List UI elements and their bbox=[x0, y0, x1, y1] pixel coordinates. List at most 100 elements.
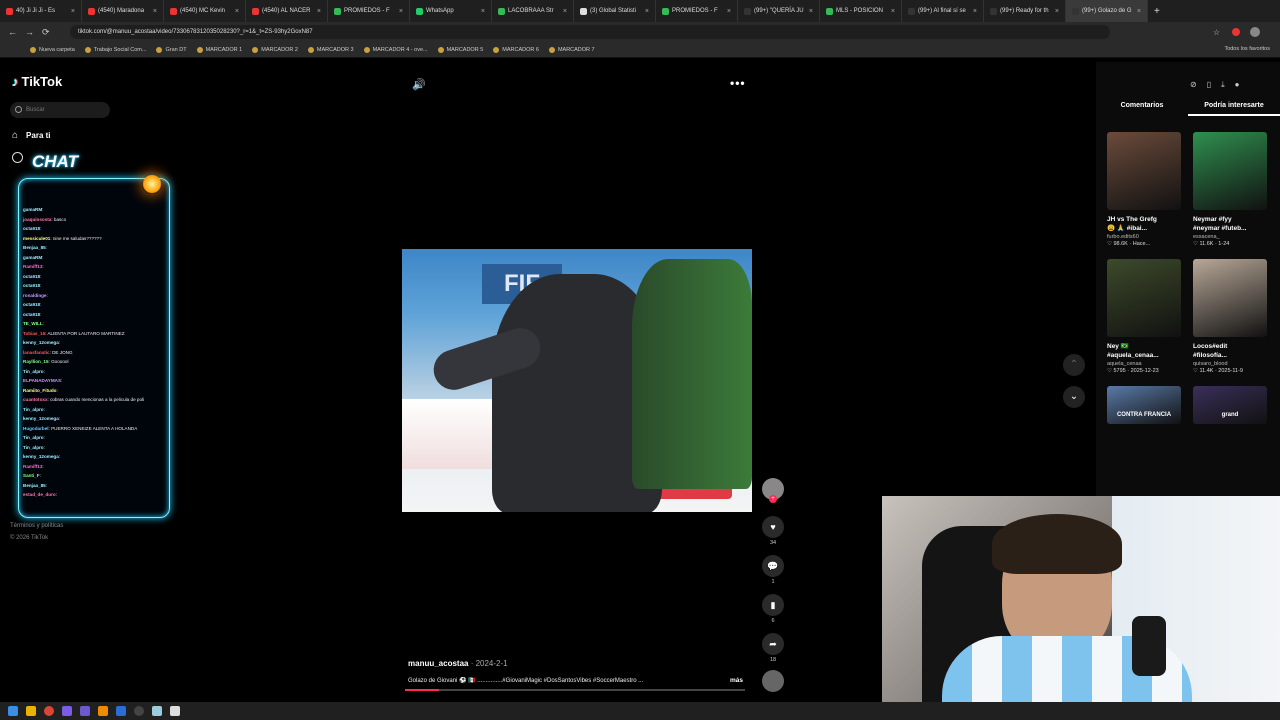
discord-icon[interactable] bbox=[80, 706, 90, 716]
browser-tab[interactable]: (4540) Maradona × bbox=[82, 0, 164, 22]
save-button[interactable]: ▮ 6 bbox=[762, 594, 784, 624]
recommended-video-card[interactable]: CONTRA FRANCIA bbox=[1107, 386, 1181, 424]
bookmark-item[interactable]: Gran DT bbox=[156, 46, 187, 53]
close-tab-icon[interactable]: × bbox=[153, 8, 157, 15]
star-icon[interactable]: ☆ bbox=[1213, 28, 1220, 37]
close-tab-icon[interactable]: × bbox=[809, 8, 813, 15]
more-link[interactable]: más bbox=[730, 677, 743, 684]
app-icon[interactable] bbox=[98, 706, 108, 716]
next-video-button[interactable]: ⌄ bbox=[1063, 386, 1085, 408]
bookmark-label: MARCADOR 5 bbox=[446, 46, 484, 53]
close-tab-icon[interactable]: × bbox=[71, 8, 75, 15]
close-tab-icon[interactable]: × bbox=[563, 8, 567, 15]
comment-button[interactable]: 💬 1 bbox=[762, 555, 784, 585]
home-icon: ⌂ bbox=[12, 130, 19, 141]
tiktok-logo[interactable]: ♪ TikTok bbox=[12, 74, 62, 89]
profile-avatar[interactable] bbox=[1250, 27, 1260, 37]
terms-link[interactable]: Términos y políticas bbox=[10, 520, 63, 532]
browser-tab[interactable]: (4540) MC Kevin × bbox=[164, 0, 246, 22]
bookmark-item[interactable]: MARCADOR 3 bbox=[307, 46, 354, 53]
video-author[interactable]: manuu_acostaa · 2024-2-1 bbox=[408, 659, 508, 668]
explore-icon[interactable] bbox=[12, 152, 23, 163]
back-icon[interactable]: ← bbox=[8, 27, 17, 37]
close-tab-icon[interactable]: × bbox=[891, 8, 895, 15]
close-tab-icon[interactable]: × bbox=[973, 8, 977, 15]
recommended-video-card[interactable]: Neymar #fyy #neymar #futeb... essacena_ ♡ 1… bbox=[1193, 132, 1267, 247]
card-author[interactable]: essacena_ bbox=[1193, 234, 1267, 240]
card-author[interactable]: furbo.edits60 bbox=[1107, 234, 1181, 240]
close-tab-icon[interactable]: × bbox=[1055, 8, 1059, 15]
chat-text: : bbox=[43, 368, 45, 374]
card-author[interactable]: quisaro_blood bbox=[1193, 361, 1267, 367]
phone-icon[interactable]: ▯ bbox=[1207, 80, 1211, 90]
browser-tab[interactable]: PROMIEDOS - F × bbox=[656, 0, 738, 22]
card-author[interactable]: aquela_cenaa bbox=[1107, 361, 1181, 367]
like-button[interactable]: ♥ 34 bbox=[762, 516, 784, 546]
bookmark-item[interactable]: MARCADOR 2 bbox=[252, 46, 298, 53]
bookmark-item[interactable]: MARCADOR 6 bbox=[493, 46, 539, 53]
download-icon[interactable]: ⤓ bbox=[1221, 80, 1225, 90]
music-disc-button[interactable] bbox=[762, 670, 784, 692]
video-thumbnail bbox=[1107, 132, 1181, 210]
author-name[interactable]: manuu_acostaa bbox=[408, 659, 468, 668]
compass-icon[interactable]: ⊘ bbox=[1190, 80, 1197, 90]
search-input[interactable]: Buscar bbox=[10, 102, 110, 118]
browser-tab[interactable]: (99+) Golazo de G × bbox=[1066, 0, 1148, 22]
recommended-video-card[interactable]: grand bbox=[1193, 386, 1267, 424]
close-tab-icon[interactable]: × bbox=[481, 8, 485, 15]
reload-icon[interactable]: ⟳ bbox=[42, 27, 50, 38]
browser-tab[interactable]: (3) Global Statisti × bbox=[574, 0, 656, 22]
file-explorer-icon[interactable] bbox=[26, 706, 36, 716]
all-bookmarks-link[interactable]: Todos los favoritos bbox=[1224, 46, 1270, 52]
browser-tab[interactable]: PROMIEDOS - F × bbox=[328, 0, 410, 22]
bookmark-item[interactable]: MARCADOR 7 bbox=[548, 46, 595, 53]
recommended-video-card[interactable]: Locos#edit #filosofía... quisaro_blood ♡ 11… bbox=[1193, 259, 1267, 374]
browser-tab[interactable]: MLS - POSICION × bbox=[820, 0, 902, 22]
app-icon[interactable] bbox=[170, 706, 180, 716]
recommended-video-card[interactable]: Ney 🇧🇷 #aquela_cenaa... aquela_cenaa ♡ 5795… bbox=[1107, 259, 1181, 374]
video-player[interactable]: FIF bbox=[402, 249, 752, 512]
browser-tab[interactable]: 40) Ji Ji Ji - Es × bbox=[0, 0, 82, 22]
close-tab-icon[interactable]: × bbox=[399, 8, 403, 15]
windows-start-icon[interactable] bbox=[8, 706, 18, 716]
app-icon[interactable] bbox=[62, 706, 72, 716]
extension-icon[interactable] bbox=[1232, 28, 1240, 36]
chat-text: : bbox=[40, 273, 42, 279]
bookmark-item[interactable]: MARCADOR 1 bbox=[196, 46, 242, 53]
bookmark-item[interactable]: MARCADOR 5 bbox=[437, 46, 484, 53]
app-icon[interactable] bbox=[152, 706, 162, 716]
nav-item-for-you[interactable]: ⌂ Para ti bbox=[12, 130, 51, 141]
obs-icon[interactable] bbox=[134, 706, 144, 716]
close-tab-icon[interactable]: × bbox=[317, 8, 321, 15]
author-avatar-button[interactable]: + bbox=[762, 478, 784, 503]
video-progress-bar[interactable] bbox=[405, 689, 745, 691]
close-tab-icon[interactable]: × bbox=[1137, 8, 1141, 15]
bookmark-item[interactable]: MARCADOR 4 - ove... bbox=[363, 46, 428, 53]
share-button[interactable]: ➦ 18 bbox=[762, 633, 784, 663]
close-tab-icon[interactable]: × bbox=[235, 8, 239, 15]
close-tab-icon[interactable]: × bbox=[727, 8, 731, 15]
browser-tab[interactable]: WhatsApp × bbox=[410, 0, 492, 22]
follow-plus-icon[interactable]: + bbox=[769, 495, 777, 503]
profile-icon[interactable]: ● bbox=[1235, 80, 1240, 90]
browser-tab[interactable]: (4540) AL NACER × bbox=[246, 0, 328, 22]
browser-tab[interactable]: LACOBRAAA Str × bbox=[492, 0, 574, 22]
bookmark-item[interactable]: Nueva carpeta bbox=[30, 46, 75, 53]
tab-comments[interactable]: Comentarios bbox=[1096, 102, 1188, 116]
browser-tab[interactable]: (99+) Al final sí se × bbox=[902, 0, 984, 22]
recommended-video-card[interactable]: JH vs The Grefg 😩 🙏 #ibai... furbo.edits60… bbox=[1107, 132, 1181, 247]
previous-video-button[interactable]: ⌃ bbox=[1063, 354, 1085, 376]
close-tab-icon[interactable]: × bbox=[645, 8, 649, 15]
volume-icon[interactable]: 🔊 bbox=[412, 78, 426, 91]
tab-recommended[interactable]: Podría interesarte bbox=[1188, 102, 1280, 116]
app-icon[interactable] bbox=[116, 706, 126, 716]
address-bar[interactable]: tiktok.com/@manuu_acostaa/video/73306783… bbox=[70, 25, 1110, 39]
browser-tab[interactable]: (99+) Ready for th × bbox=[984, 0, 1066, 22]
bookmark-item[interactable]: Trabajo Social Com... bbox=[84, 46, 146, 53]
browser-tab[interactable]: (99+) "QUERÍA JU × bbox=[738, 0, 820, 22]
chrome-icon[interactable] bbox=[44, 706, 54, 716]
new-tab-icon[interactable]: + bbox=[1154, 6, 1160, 17]
forward-icon[interactable]: → bbox=[25, 27, 34, 37]
more-options-icon[interactable]: ••• bbox=[730, 76, 746, 90]
chat-message: Tin_alpro: bbox=[19, 433, 169, 443]
